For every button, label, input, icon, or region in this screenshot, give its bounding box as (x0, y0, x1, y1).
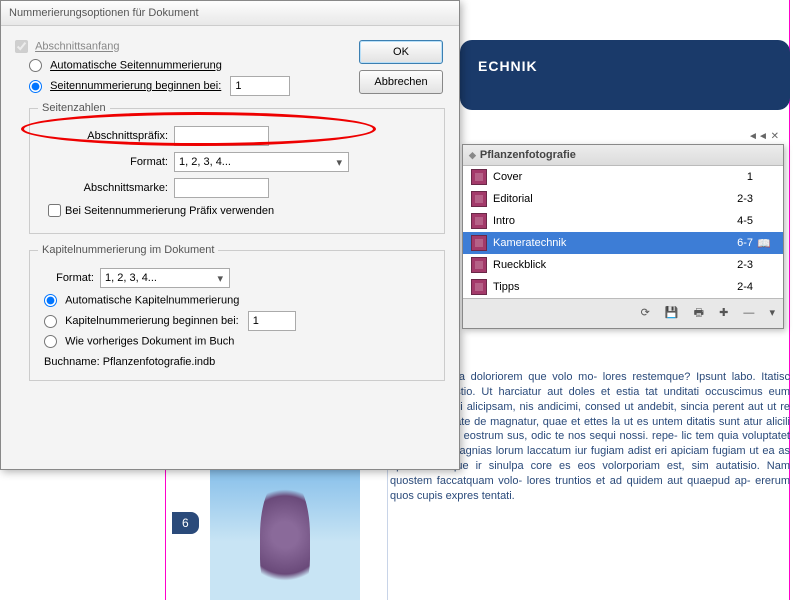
section-start-label: Abschnittsanfang (35, 41, 119, 53)
book-row-pages: 4-5 (717, 215, 757, 227)
auto-page-radio[interactable] (29, 59, 42, 72)
bookname-value: Pflanzenfotografie.indb (103, 356, 216, 368)
use-prefix-label: Bei Seitennummerierung Präfix verwenden (65, 205, 274, 217)
numbering-options-dialog: Nummerierungsoptionen für Dokument OK Ab… (0, 0, 460, 470)
document-icon (471, 235, 487, 251)
ch-auto-radio[interactable] (44, 294, 57, 307)
save-icon[interactable]: 💾 (665, 307, 679, 319)
book-row-name: Cover (493, 171, 717, 183)
menu-icon[interactable]: ▾ (769, 307, 775, 319)
start-at-radio[interactable] (29, 80, 42, 93)
chapter-numbering-group: Kapitelnummerierung im Dokument Format: … (29, 244, 445, 381)
document-icon (471, 213, 487, 229)
book-row-intro[interactable]: Intro4-5 (463, 210, 783, 232)
ch-auto-label: Automatische Kapitelnummerierung (65, 295, 239, 307)
ch-prev-label: Wie vorheriges Dokument im Buch (65, 336, 234, 348)
panel-footer: ⟳ 💾 🖶 ✚ — ▾ (463, 298, 783, 328)
ok-button[interactable]: OK (359, 40, 443, 64)
book-row-name: Rueckblick (493, 259, 717, 271)
section-start-checkbox (15, 40, 28, 53)
start-at-input[interactable] (230, 76, 290, 96)
flower-image (210, 455, 360, 600)
ch-start-radio[interactable] (44, 315, 57, 328)
book-row-name: Tipps (493, 281, 717, 293)
page-numbers-group: Seitenzahlen Abschnittspräfix: Format: 1… (29, 102, 445, 234)
book-row-editorial[interactable]: Editorial2-3 (463, 188, 783, 210)
document-icon (471, 257, 487, 273)
book-row-pages: 1 (717, 171, 757, 183)
page-header: ECHNIK (460, 40, 790, 110)
auto-page-label: Automatische Seitennummerierung (50, 60, 222, 72)
book-row-pages: 2-4 (717, 281, 757, 293)
marker-input[interactable] (174, 178, 269, 198)
format-dropdown[interactable]: 1, 2, 3, 4... (174, 152, 349, 172)
book-list: Cover1Editorial2-3Intro4-5Kameratechnik6… (463, 166, 783, 298)
prefix-label: Abschnittspräfix: (62, 130, 168, 142)
ch-prev-radio[interactable] (44, 335, 57, 348)
page-header-text: ECHNIK (460, 40, 790, 92)
cancel-button[interactable]: Abbrechen (359, 70, 443, 94)
ch-format-dropdown[interactable]: 1, 2, 3, 4... (100, 268, 230, 288)
panel-title[interactable]: Pflanzenfotografie (463, 145, 783, 166)
remove-icon[interactable]: — (743, 307, 754, 319)
book-row-pages: 2-3 (717, 259, 757, 271)
book-panel: ◄◄ ✕ Pflanzenfotografie Cover1Editorial2… (462, 144, 784, 329)
book-row-rueckblick[interactable]: Rueckblick2-3 (463, 254, 783, 276)
book-row-name: Editorial (493, 193, 717, 205)
panel-collapse-icon[interactable]: ◄◄ ✕ (748, 131, 779, 142)
book-row-kameratechnik[interactable]: Kameratechnik6-7📖 (463, 232, 783, 254)
start-at-label: Seitennummerierung beginnen bei: (50, 80, 221, 92)
page-numbers-legend: Seitenzahlen (38, 102, 110, 114)
chapter-legend: Kapitelnummerierung im Dokument (38, 244, 218, 256)
page-number-badge: 6 (172, 512, 199, 534)
document-icon (471, 279, 487, 295)
dialog-title: Nummerierungsoptionen für Dokument (1, 1, 459, 26)
book-row-tipps[interactable]: Tipps2-4 (463, 276, 783, 298)
book-row-pages: 6-7 (717, 237, 757, 249)
book-row-pages: 2-3 (717, 193, 757, 205)
use-prefix-checkbox[interactable] (48, 204, 61, 217)
ch-start-label: Kapitelnummerierung beginnen bei: (65, 315, 239, 327)
book-row-cover[interactable]: Cover1 (463, 166, 783, 188)
book-row-name: Kameratechnik (493, 237, 717, 249)
ch-format-label: Format: (44, 272, 94, 284)
bookname-label: Buchname: (44, 356, 100, 368)
document-icon (471, 191, 487, 207)
open-book-icon: 📖 (757, 237, 775, 250)
marker-label: Abschnittsmarke: (62, 182, 168, 194)
format-label: Format: (62, 156, 168, 168)
ch-start-input[interactable] (248, 311, 296, 331)
book-row-name: Intro (493, 215, 717, 227)
sync-icon[interactable]: ⟳ (641, 307, 650, 319)
add-icon[interactable]: ✚ (719, 307, 728, 319)
prefix-input[interactable] (174, 126, 269, 146)
print-icon[interactable]: 🖶 (694, 307, 704, 319)
document-icon (471, 169, 487, 185)
